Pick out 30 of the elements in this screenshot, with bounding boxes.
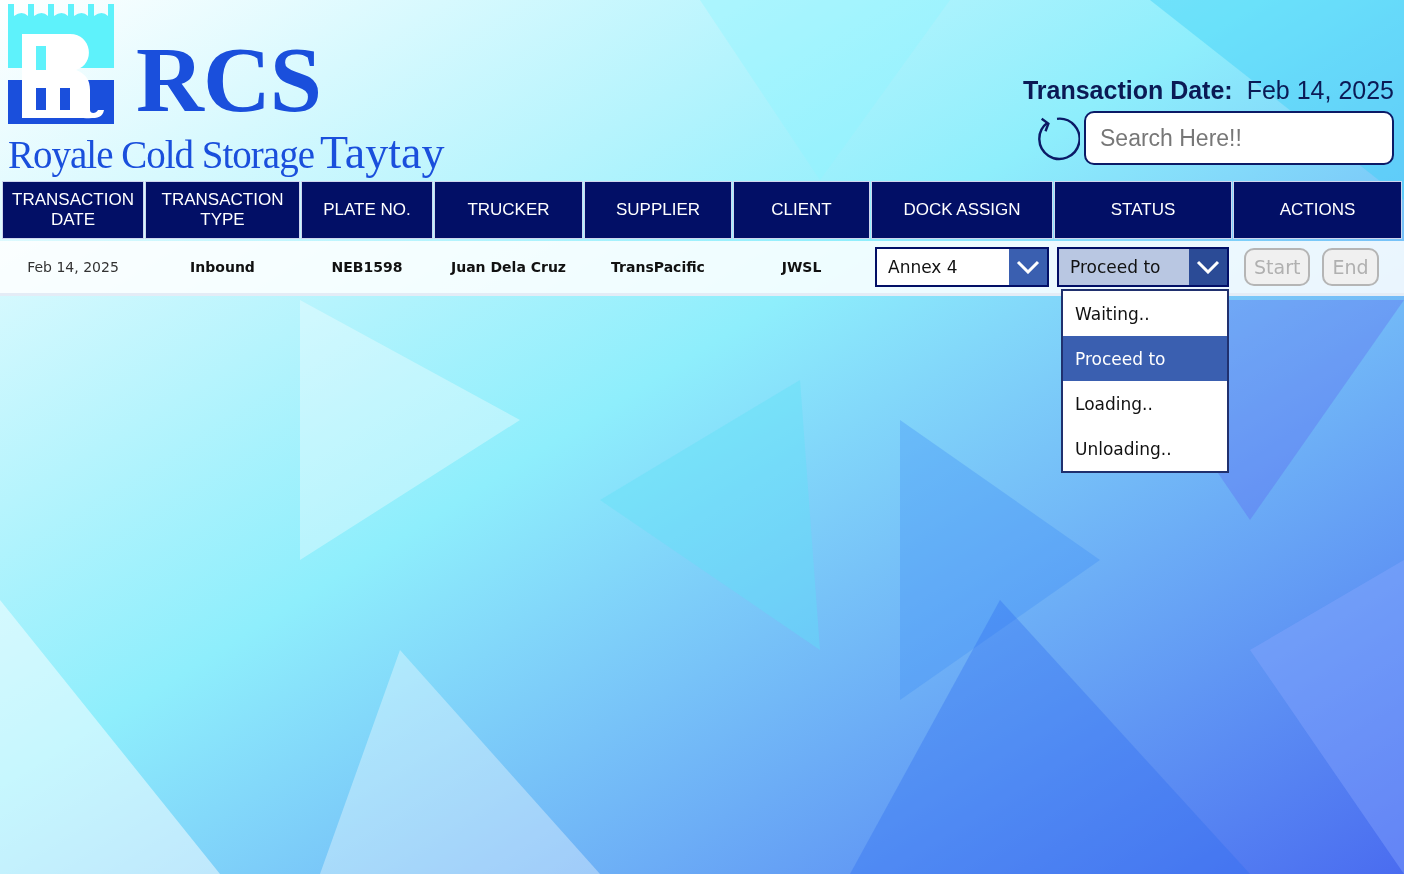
column-header: SUPPLIER xyxy=(585,182,731,238)
column-header: TRUCKER xyxy=(435,182,582,238)
chevron-down-icon xyxy=(1196,260,1220,274)
table-cell: Feb 14, 2025 xyxy=(27,259,119,275)
column-header: CLIENT xyxy=(734,182,869,238)
dropdown-option[interactable]: Loading.. xyxy=(1063,381,1227,426)
column-header: PLATE NO. xyxy=(302,182,432,238)
column-header: TRANSACTION TYPE xyxy=(146,182,299,238)
table-cell: Juan Dela Cruz xyxy=(451,259,566,275)
chevron-down-icon xyxy=(1016,260,1040,274)
column-header: STATUS xyxy=(1055,182,1231,238)
date-value: Feb 14, 2025 xyxy=(1246,76,1394,105)
column-header: ACTIONS xyxy=(1234,182,1401,238)
logo-title: RCS xyxy=(136,34,322,124)
table-cell: JWSL xyxy=(781,259,822,275)
logo-subtitle: Royale Cold Storage xyxy=(8,132,314,177)
table-cell: NEB1598 xyxy=(331,259,403,275)
logo-icon xyxy=(8,2,114,124)
dock-dropdown[interactable]: Annex 4 xyxy=(875,247,1049,287)
dropdown-option[interactable]: Proceed to xyxy=(1063,336,1227,381)
column-header: TRANSACTION DATE xyxy=(3,182,143,238)
table-cell: TransPacific xyxy=(611,259,705,275)
table-cell: Inbound xyxy=(190,259,255,275)
date-label: Transaction Date: xyxy=(1022,76,1233,105)
search-field[interactable]: Search Here!! xyxy=(1084,111,1394,165)
dropdown-option[interactable]: Waiting.. xyxy=(1063,291,1227,336)
branch-name: Taytay xyxy=(319,126,445,179)
dropdown-option[interactable]: Unloading.. xyxy=(1063,426,1227,471)
column-header: DOCK ASSIGN xyxy=(872,182,1052,238)
status-dropdown[interactable]: Proceed to xyxy=(1057,247,1229,287)
